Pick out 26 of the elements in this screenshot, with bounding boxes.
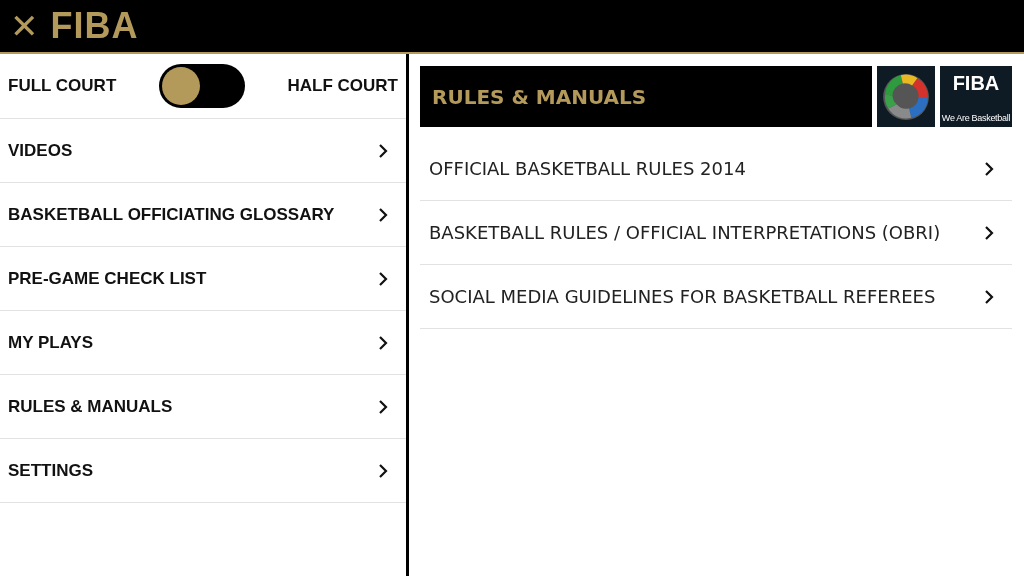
app-title: FIBA — [50, 5, 139, 47]
chevron-right-icon — [984, 224, 994, 241]
close-button[interactable]: ✕ — [10, 9, 39, 43]
chevron-right-icon — [378, 334, 388, 351]
menu-item[interactable]: VIDEOS — [0, 119, 406, 183]
document-link[interactable]: OFFICIAL BASKETBALL RULES 2014 — [420, 137, 1012, 201]
chevron-right-icon — [378, 398, 388, 415]
menu-item[interactable]: BASKETBALL OFFICIATING GLOSSARY — [0, 183, 406, 247]
menu-item[interactable]: SETTINGS — [0, 439, 406, 503]
menu-item[interactable]: RULES & MANUALS — [0, 375, 406, 439]
section-title: RULES & MANUALS — [432, 84, 647, 109]
chevron-right-icon — [378, 462, 388, 479]
logo-tagline: We Are Basketball — [941, 113, 1011, 123]
court-switch[interactable] — [158, 64, 245, 108]
toggle-label: HALF COURT — [287, 76, 398, 96]
chevron-right-icon — [984, 288, 994, 305]
chevron-right-icon — [378, 270, 388, 287]
document-link[interactable]: BASKETBALL RULES / OFFICIAL INTERPRETATIONS (OBRI) — [420, 201, 1012, 265]
chevron-right-icon — [378, 142, 388, 159]
menu-item[interactable]: MY PLAYS — [0, 311, 406, 375]
menu-item[interactable]: PRE-GAME CHECK LIST — [0, 247, 406, 311]
chevron-right-icon — [984, 160, 994, 177]
document-link[interactable]: SOCIAL MEDIA GUIDELINES FOR BASKETBALL REFEREES — [420, 265, 1012, 329]
logo-text: FIBA — [952, 72, 1000, 95]
chevron-right-icon — [378, 206, 388, 223]
toggle-label: FULL COURT — [8, 76, 117, 96]
